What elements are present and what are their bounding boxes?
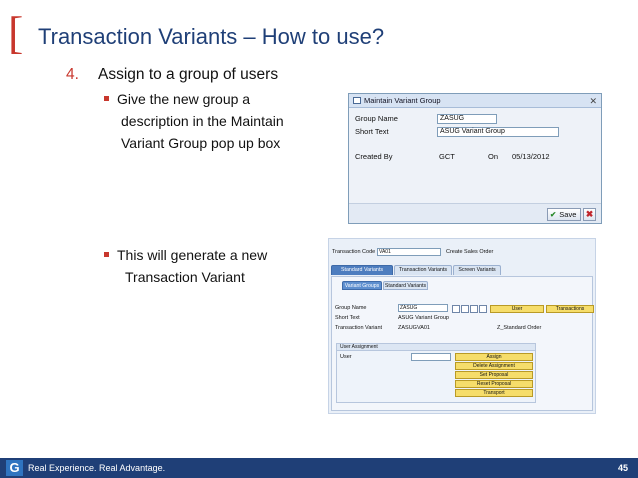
- user-assignment-header: User Assignment: [337, 344, 535, 351]
- transaction-variant-screen: Transaction Code VA01 Create Sales Order…: [328, 238, 596, 414]
- tcode-description: Create Sales Order: [446, 249, 494, 255]
- bullet1-line3: Variant Group pop up box: [121, 135, 281, 151]
- step-text: Assign to a group of users: [98, 66, 279, 83]
- created-by-label: Created By: [355, 152, 393, 161]
- slide-title: Transaction Variants – How to use?: [38, 24, 385, 49]
- step-heading: 4. Assign to a group of users: [66, 66, 278, 84]
- group-name-label-2: Group Name: [335, 305, 367, 311]
- short-text-label: Short Text: [355, 127, 389, 136]
- close-icon[interactable]: ✕: [589, 94, 597, 108]
- short-text-field[interactable]: ASUG Variant Group: [437, 127, 559, 137]
- maintain-variant-group-dialog: Maintain Variant Group ✕ Group Name ZASU…: [348, 93, 602, 224]
- user-assignment-group: User Assignment User Assign Delete Assig…: [336, 343, 536, 403]
- tab-transaction-variants[interactable]: Transaction Variants: [394, 265, 452, 275]
- transactions-button[interactable]: Transactions: [546, 305, 594, 313]
- bullet-describe-group: Give the new group a description in the …: [104, 88, 284, 154]
- group-name-field[interactable]: ZASUG: [437, 114, 497, 124]
- tab-standard-variants[interactable]: Standard Variants: [331, 265, 393, 275]
- user-label: User: [340, 354, 352, 360]
- footer-tagline: Real Experience. Real Advantage.: [28, 463, 166, 473]
- group-name-label: Group Name: [355, 114, 398, 123]
- step-number: 4.: [66, 66, 79, 83]
- checkmark-icon: ✔: [550, 210, 557, 219]
- bullet1-line1: Give the new group a: [117, 91, 251, 107]
- user-button[interactable]: User: [490, 305, 544, 313]
- bullet2-line2: Transaction Variant: [125, 269, 245, 285]
- copy-icon[interactable]: [479, 305, 487, 313]
- variant-panel: Variant Groups Standard Variants Group N…: [331, 276, 594, 411]
- company-logo: G: [6, 460, 23, 476]
- edit-icon[interactable]: [461, 305, 469, 313]
- cancel-x-icon: ✖: [585, 209, 594, 219]
- tcode-label: Transaction Code: [332, 249, 376, 255]
- subtab-standard-variants[interactable]: Standard Variants: [383, 281, 428, 290]
- dialog-footer: ✔ Save ✖: [349, 203, 601, 223]
- transport-button[interactable]: Transport: [455, 389, 533, 397]
- delete-icon[interactable]: [470, 305, 478, 313]
- on-label: On: [488, 152, 499, 161]
- transaction-variant-value: ZASUGVA01: [398, 325, 430, 331]
- reset-proposal-button[interactable]: Reset Proposal: [455, 380, 533, 388]
- cancel-button[interactable]: ✖: [583, 208, 596, 221]
- transaction-variant-desc: Z_Standard Order: [497, 325, 542, 331]
- save-label: Save: [559, 210, 577, 219]
- dialog-title: Maintain Variant Group: [364, 96, 441, 105]
- subtab-variant-groups[interactable]: Variant Groups: [342, 281, 382, 290]
- set-proposal-button[interactable]: Set Proposal: [455, 371, 533, 379]
- group-name-field-2[interactable]: ZASUG: [398, 304, 448, 312]
- save-button[interactable]: ✔ Save: [547, 208, 581, 221]
- created-by-value: GCT: [439, 152, 455, 161]
- assign-button[interactable]: Assign: [455, 353, 533, 361]
- dialog-window-icon: [353, 96, 361, 104]
- title-bracket: [: [8, 7, 24, 58]
- tab-screen-variants[interactable]: Screen Variants: [453, 265, 501, 275]
- dialog-titlebar: Maintain Variant Group ✕: [349, 94, 601, 108]
- bullet-square-icon: [104, 251, 109, 257]
- user-field[interactable]: [411, 353, 451, 361]
- delete-assignment-button[interactable]: Delete Assignment: [455, 362, 533, 370]
- tcode-field[interactable]: VA01: [377, 248, 441, 256]
- slide: [ Transaction Variants – How to use? 4. A…: [0, 0, 638, 478]
- created-date: 05/13/2012: [512, 152, 550, 161]
- display-icon[interactable]: [452, 305, 460, 313]
- short-text-label-2: Short Text: [335, 315, 360, 321]
- bullet1-line2: description in the Maintain: [121, 113, 284, 129]
- bullet2-line1: This will generate a new: [117, 247, 268, 263]
- transaction-variant-label: Transaction Variant: [335, 325, 383, 331]
- bullet-square-icon: [104, 95, 109, 101]
- page-number: 45: [617, 463, 628, 473]
- short-text-value-2: ASUG Variant Group: [398, 315, 449, 321]
- bullet-generate-variant: This will generate a new Transaction Var…: [104, 244, 267, 288]
